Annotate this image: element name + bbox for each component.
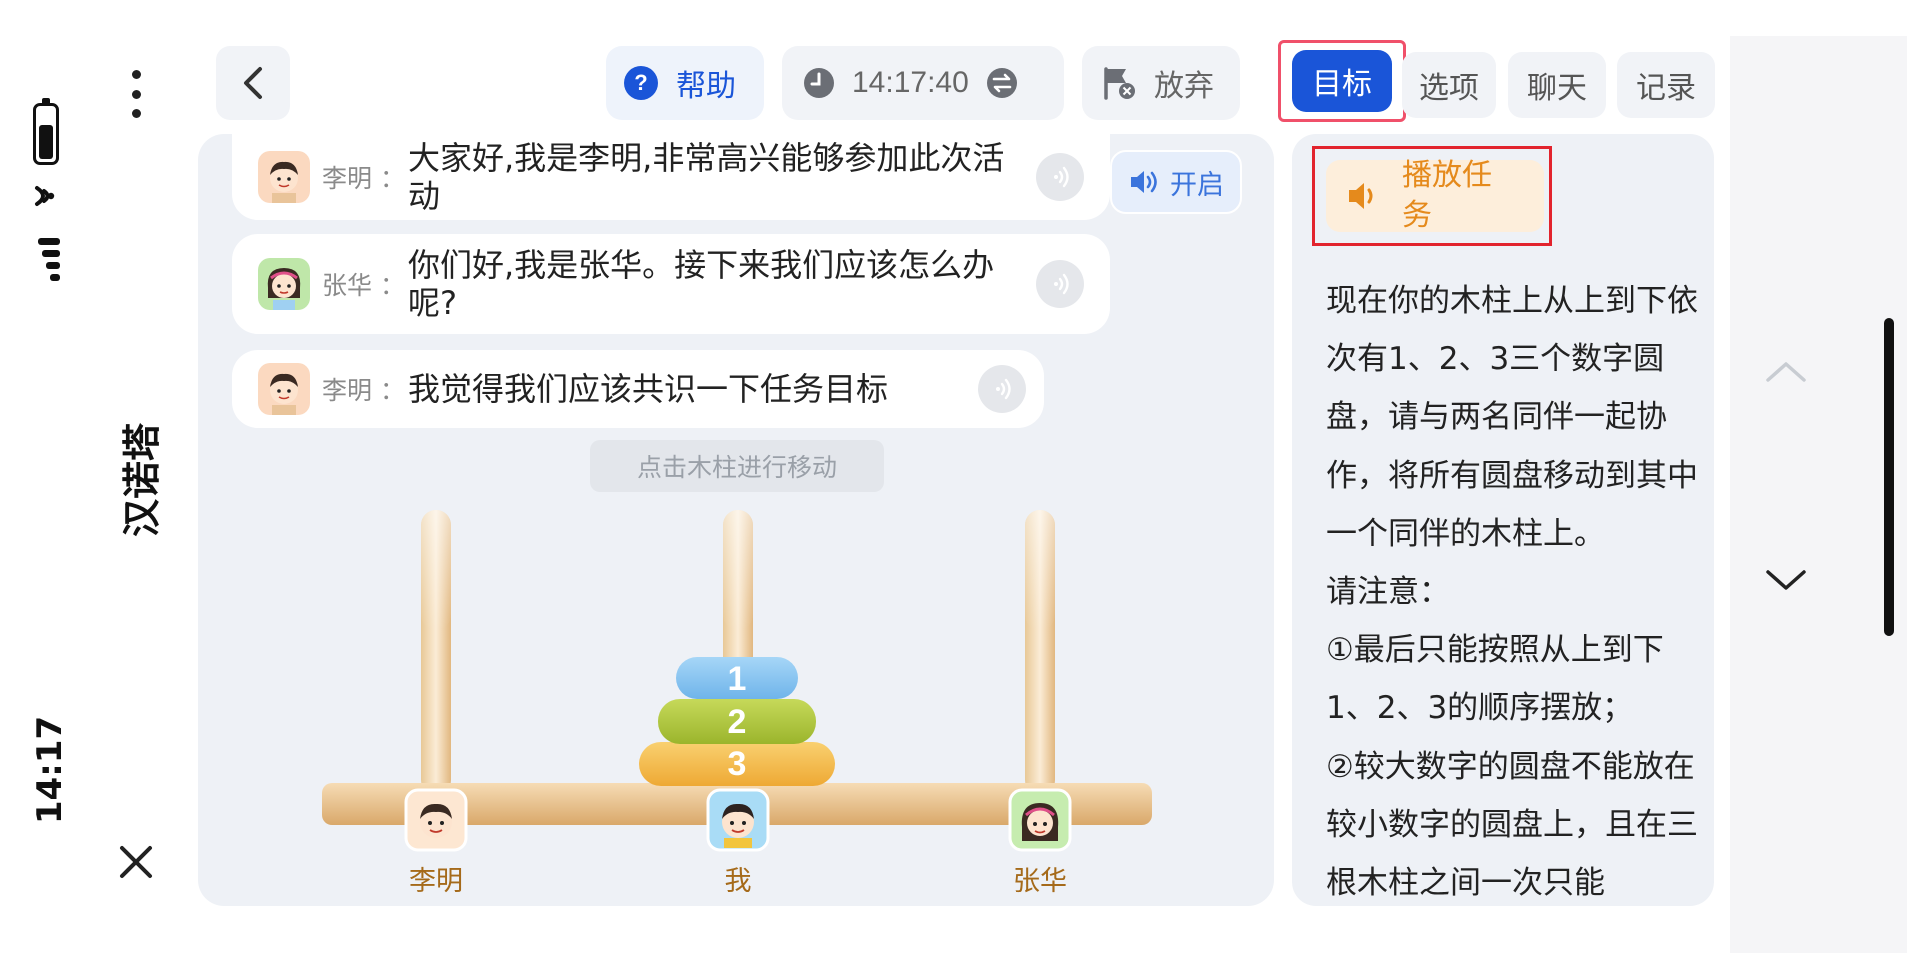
sender-name: 李明 ： <box>322 164 405 193</box>
svg-text:2: 2 <box>728 703 747 741</box>
player-avatar-liming <box>404 788 468 852</box>
back-button[interactable] <box>216 46 290 120</box>
message-text: 我觉得我们应该共识一下任务目标 <box>408 370 889 408</box>
chat-message: 张华 ： 你们好,我是张华。接下来我们应该怎么办呢? <box>232 234 1110 334</box>
tab-options[interactable]: 选项 <box>1402 52 1496 118</box>
wifi-icon <box>35 186 55 206</box>
clock-icon <box>804 68 834 98</box>
help-icon: ? <box>624 66 658 100</box>
status-time: 14:17 <box>30 715 70 825</box>
message-text: 你们好,我是张华。接下来我们应该怎么办呢? <box>408 246 995 322</box>
disk-1[interactable]: 1 <box>676 657 798 699</box>
tab-goal[interactable]: 目标 <box>1292 50 1392 112</box>
page-nav-rail <box>1730 36 1907 953</box>
task-body: 现在你的木柱上从上到下依次有1、2、3三个数字圆盘，请与两名同伴一起协作，将所有… <box>1326 283 1698 552</box>
tab-record[interactable]: 记录 <box>1617 52 1715 118</box>
pole-left[interactable] <box>421 510 451 795</box>
chevron-left-icon <box>244 67 262 99</box>
timer-text: 14:17:40 <box>852 66 969 99</box>
scrollbar[interactable] <box>1884 318 1894 636</box>
page-title: 汉诺塔 <box>119 422 164 537</box>
chat-message: 李明 ： 大家好,我是李明,非常高兴能够参加此次活动 <box>232 134 1110 220</box>
voice-play-button[interactable] <box>1036 260 1084 308</box>
svg-text:1: 1 <box>728 660 747 698</box>
hanoi-board[interactable]: 3 2 1 李明 我 张华 <box>322 505 1152 905</box>
more-vertical-icon[interactable] <box>128 70 144 118</box>
voice-toggle-label: 开启 <box>1170 169 1224 201</box>
chevron-down-icon[interactable] <box>1762 566 1810 596</box>
help-button[interactable]: ? 帮助 <box>606 46 764 120</box>
avatar-zhanghua <box>258 258 310 310</box>
voice-play-button[interactable] <box>978 365 1026 413</box>
swap-icon[interactable] <box>985 66 1019 100</box>
sender-name: 李明 ： <box>322 376 405 405</box>
avatar-liming <box>258 151 310 203</box>
player-label-zhanghua: 张华 <box>1013 866 1067 897</box>
player-avatar-zhanghua <box>1008 788 1072 852</box>
move-hint: 点击木柱进行移动 <box>590 440 884 492</box>
close-icon[interactable] <box>112 838 160 886</box>
give-up-button[interactable]: 放弃 <box>1082 46 1240 120</box>
note-item: ①最后只能按照从上到下1、2、3的顺序摆放； <box>1326 632 1664 727</box>
chevron-up-icon[interactable] <box>1762 356 1810 386</box>
voice-play-button[interactable] <box>1036 153 1084 201</box>
speaker-icon <box>1349 183 1373 209</box>
chat-message: 李明 ： 我觉得我们应该共识一下任务目标 <box>232 350 1044 428</box>
player-label-liming: 李明 <box>409 866 463 897</box>
timer[interactable]: 14:17:40 <box>782 46 1064 120</box>
flag-icon <box>1104 67 1135 100</box>
voice-wave-icon <box>996 378 1011 400</box>
note-item: ②较大数字的圆盘不能放在较小数字的圆盘上，且在三根木柱之间一次只能 <box>1326 748 1698 902</box>
play-task-label: 播放任务 <box>1402 158 1492 233</box>
note-title: 请注意： <box>1326 574 1450 611</box>
pole-right[interactable] <box>1025 510 1055 795</box>
help-label: 帮助 <box>676 69 736 104</box>
disk-3[interactable]: 3 <box>639 742 835 786</box>
play-task-button[interactable]: 播放任务 <box>1326 158 1544 233</box>
speaker-icon <box>1131 171 1157 193</box>
tab-chat[interactable]: 聊天 <box>1508 52 1606 118</box>
signal-icon <box>38 238 60 281</box>
disk-2[interactable]: 2 <box>658 699 816 744</box>
sender-name: 张华 ： <box>322 271 405 300</box>
give-up-label: 放弃 <box>1154 69 1214 104</box>
svg-text:3: 3 <box>728 745 747 783</box>
voice-wave-icon <box>1054 166 1069 188</box>
voice-toggle-button[interactable]: 开启 <box>1110 150 1242 214</box>
battery-icon <box>33 98 59 165</box>
player-avatar-me <box>706 788 770 852</box>
player-label-me: 我 <box>725 866 752 897</box>
voice-wave-icon <box>1054 273 1069 295</box>
message-text: 大家好,我是李明,非常高兴能够参加此次活动 <box>408 139 1005 215</box>
task-description: 现在你的木柱上从上到下依次有1、2、3三个数字圆盘，请与两名同伴一起协作，将所有… <box>1326 272 1706 902</box>
avatar-liming <box>258 363 310 415</box>
